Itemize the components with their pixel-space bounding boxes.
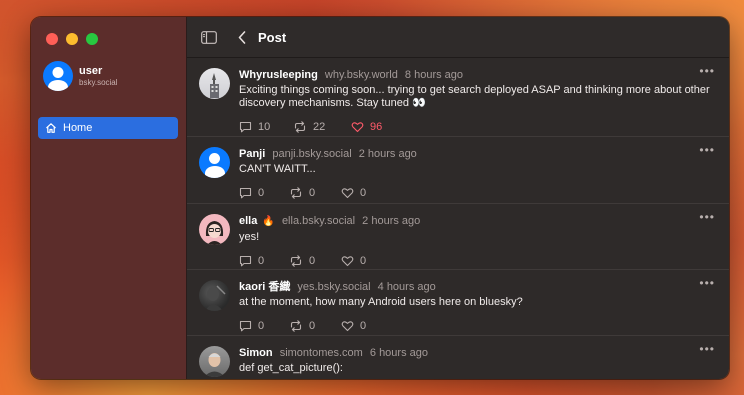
- like-button[interactable]: 96: [351, 121, 405, 133]
- more-options-icon[interactable]: •••: [699, 276, 715, 290]
- heart-icon: [341, 187, 354, 199]
- repost-icon: [293, 121, 307, 133]
- repost-count: 22: [313, 121, 326, 133]
- post-actions: 0 0 0: [239, 182, 717, 204]
- like-count: 0: [360, 187, 367, 199]
- avatar[interactable]: [199, 68, 230, 99]
- reply-icon: [239, 187, 252, 199]
- heart-icon: [341, 255, 354, 267]
- app-window: user bsky.social Home Post Whyrusleeping…: [31, 17, 729, 379]
- repost-icon: [289, 255, 303, 267]
- zoom-window-button[interactable]: [86, 33, 98, 45]
- post-time: 2 hours ago: [362, 215, 421, 227]
- more-options-icon[interactable]: •••: [699, 143, 715, 157]
- profile-name: user: [79, 64, 103, 77]
- repost-count: 0: [309, 187, 316, 199]
- more-options-icon[interactable]: •••: [699, 210, 715, 224]
- post-time: 6 hours ago: [369, 347, 428, 359]
- minimize-window-button[interactable]: [66, 33, 78, 45]
- author-badge: 🔥: [262, 216, 275, 227]
- heart-icon: [351, 121, 364, 133]
- avatar[interactable]: [199, 214, 230, 245]
- repost-count: 0: [309, 320, 316, 332]
- post-actions: 0 0 0: [239, 250, 717, 272]
- house-icon: [45, 122, 57, 134]
- post-text: at the moment, how many Android users he…: [239, 296, 523, 308]
- post-item[interactable]: Whyrusleeping why.bsky.world 8 hours ago…: [187, 58, 729, 137]
- reply-button[interactable]: 0: [239, 187, 289, 199]
- like-count: 0: [360, 255, 367, 267]
- reply-icon: [239, 121, 252, 133]
- post-actions: 10 22 96: [239, 116, 717, 138]
- like-button[interactable]: 0: [341, 255, 395, 267]
- repost-icon: [289, 320, 303, 332]
- back-chevron-icon[interactable]: [238, 30, 246, 44]
- repost-icon: [289, 187, 303, 199]
- avatar: [43, 61, 73, 91]
- post-handle[interactable]: simontomes.com: [280, 347, 363, 359]
- sidebar: user bsky.social Home: [31, 17, 187, 379]
- post-author[interactable]: Simon: [239, 347, 273, 359]
- post-author[interactable]: kaori 香織: [239, 281, 290, 293]
- post-feed[interactable]: Whyrusleeping why.bsky.world 8 hours ago…: [187, 58, 729, 379]
- toolbar: Post: [187, 17, 729, 58]
- reply-button[interactable]: 0: [239, 255, 289, 267]
- profile-handle: bsky.social: [79, 77, 118, 87]
- close-window-button[interactable]: [46, 33, 58, 45]
- reply-count: 0: [258, 320, 265, 332]
- sidebar-toggle-icon[interactable]: [201, 30, 217, 44]
- window-controls: [46, 33, 98, 45]
- like-count: 96: [370, 121, 383, 133]
- more-options-icon[interactable]: •••: [699, 64, 715, 78]
- post-handle[interactable]: yes.bsky.social: [297, 281, 370, 293]
- more-options-icon[interactable]: •••: [699, 342, 715, 356]
- profile-header[interactable]: user bsky.social: [43, 61, 118, 91]
- post-handle[interactable]: panji.bsky.social: [272, 148, 351, 160]
- repost-button[interactable]: 0: [289, 255, 341, 267]
- like-count: 0: [360, 320, 367, 332]
- reply-count: 0: [258, 255, 265, 267]
- reply-button[interactable]: 10: [239, 121, 293, 133]
- post-text: Exciting things coming soon... trying to…: [239, 84, 710, 109]
- post-text: def get_cat_picture():: [239, 362, 343, 374]
- repost-button[interactable]: 0: [289, 320, 341, 332]
- repost-button[interactable]: 0: [289, 187, 341, 199]
- post-time: 8 hours ago: [404, 69, 464, 81]
- post-item[interactable]: kaori 香織 yes.bsky.social 4 hours ago at …: [187, 270, 729, 336]
- repost-button[interactable]: 22: [293, 121, 351, 133]
- like-button[interactable]: 0: [341, 187, 395, 199]
- heart-icon: [341, 320, 354, 332]
- post-text: yes!: [239, 231, 260, 243]
- like-button[interactable]: 0: [341, 320, 395, 332]
- post-time: 4 hours ago: [377, 281, 436, 293]
- main-pane: Post Whyrusleeping why.bsky.world 8 hour…: [187, 17, 729, 379]
- post-time: 2 hours ago: [358, 148, 417, 160]
- sidebar-item-label: Home: [63, 122, 93, 134]
- post-actions: 0 0 0: [239, 315, 717, 337]
- reply-icon: [239, 255, 252, 267]
- post-handle[interactable]: ella.bsky.social: [282, 215, 355, 227]
- post-text: CAN'T WAITT...: [239, 163, 316, 175]
- post-author[interactable]: ella: [239, 215, 257, 227]
- post-item[interactable]: ella 🔥 ella.bsky.social 2 hours ago yes!…: [187, 204, 729, 270]
- page-title: Post: [258, 29, 287, 45]
- reply-count: 0: [258, 187, 265, 199]
- post-author[interactable]: Panji: [239, 148, 265, 160]
- repost-count: 0: [309, 255, 316, 267]
- post-handle[interactable]: why.bsky.world: [325, 69, 398, 81]
- post-author[interactable]: Whyrusleeping: [239, 69, 318, 81]
- avatar[interactable]: [199, 346, 230, 377]
- reply-icon: [239, 320, 252, 332]
- reply-count: 10: [258, 121, 271, 133]
- post-item[interactable]: Simon simontomes.com 6 hours ago def get…: [187, 336, 729, 379]
- reply-button[interactable]: 0: [239, 320, 289, 332]
- avatar[interactable]: [199, 147, 230, 178]
- avatar[interactable]: [199, 280, 230, 311]
- sidebar-item-home[interactable]: Home: [38, 117, 178, 139]
- post-item[interactable]: Panji panji.bsky.social 2 hours ago CAN'…: [187, 137, 729, 204]
